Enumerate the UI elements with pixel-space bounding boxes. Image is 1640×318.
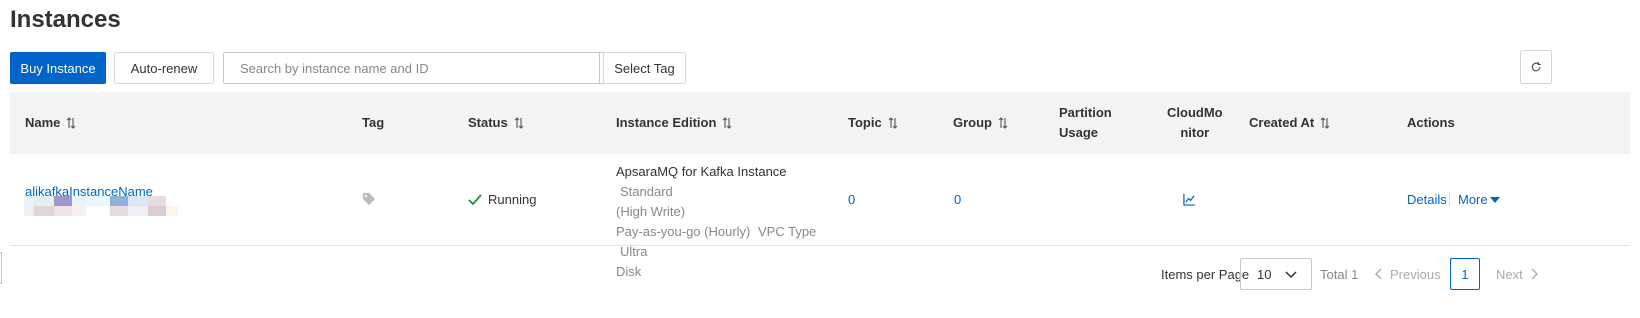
next-page-button[interactable]: Next [1496, 258, 1539, 290]
column-header-cloudmonitor: CloudMo nitor [1167, 105, 1223, 140]
sort-icon[interactable] [514, 117, 524, 129]
refresh-icon [1531, 61, 1541, 72]
column-header-actions: Actions [1407, 115, 1455, 130]
table-header: Name Tag Status Instance Edition Topic G… [10, 92, 1630, 154]
chevron-right-icon [1531, 268, 1538, 280]
page-title: Instances [10, 6, 121, 33]
column-header-name[interactable]: Name [25, 92, 76, 154]
tag-icon[interactable] [362, 192, 376, 212]
instances-table: Name Tag Status Instance Edition Topic G… [10, 92, 1630, 279]
edition-spec-detail: (High Write) [616, 204, 686, 219]
sort-icon[interactable] [1320, 117, 1330, 129]
search-box [223, 52, 633, 84]
column-header-group[interactable]: Group [953, 92, 1008, 154]
group-count-link[interactable]: 0 [954, 190, 961, 210]
check-icon [468, 194, 482, 206]
buy-instance-button[interactable]: Buy Instance [10, 52, 106, 84]
items-per-page-label: Items per Page [1161, 266, 1250, 282]
column-header-edition[interactable]: Instance Edition [616, 92, 732, 154]
auto-renew-button[interactable]: Auto-renew [114, 52, 214, 84]
column-header-created-at[interactable]: Created At [1249, 92, 1330, 154]
sort-icon[interactable] [998, 117, 1008, 129]
column-header-tag: Tag [362, 115, 385, 130]
page-number-current[interactable]: 1 [1450, 258, 1480, 290]
caret-down-icon [1489, 197, 1500, 203]
disk-type: Ultra [620, 244, 648, 259]
details-link[interactable]: Details [1407, 190, 1447, 210]
total-count: Total 1 [1320, 266, 1359, 282]
more-dropdown[interactable]: More [1458, 190, 1500, 210]
select-tag-button[interactable]: Select Tag [603, 52, 686, 84]
network-type: VPC Type [758, 224, 817, 239]
search-input[interactable] [224, 53, 599, 83]
page-size-select[interactable]: 10 [1240, 258, 1312, 290]
action-divider [1449, 192, 1450, 206]
status-cell: Running [468, 190, 536, 210]
toolbar: Buy Instance Auto-renew Select Tag [10, 50, 1630, 84]
table-row: alikafkaInstanceName Running ApsaraMQ fo… [10, 154, 1630, 279]
status-text: Running [488, 192, 537, 207]
chevron-down-icon [1285, 271, 1297, 279]
column-header-partition-usage: Partition Usage [1059, 105, 1112, 140]
sort-icon[interactable] [722, 117, 732, 129]
line-chart-icon[interactable] [1183, 192, 1196, 212]
redacted-instance-id [24, 196, 184, 218]
topic-count-link[interactable]: 0 [848, 190, 855, 210]
previous-page-button[interactable]: Previous [1374, 258, 1441, 290]
sort-icon[interactable] [66, 117, 76, 129]
edition-product: ApsaraMQ for Kafka Instance [616, 164, 787, 179]
billing-method: Pay-as-you-go (Hourly) [616, 224, 751, 239]
edition-spec: Standard [620, 184, 673, 199]
refresh-button[interactable] [1520, 50, 1552, 84]
column-header-status[interactable]: Status [468, 92, 524, 154]
sort-icon[interactable] [888, 117, 898, 129]
pagination: Items per Page 10 Total 1 Previous 1 Nex… [0, 258, 1640, 290]
chevron-left-icon [1375, 268, 1382, 280]
column-header-topic[interactable]: Topic [848, 92, 898, 154]
